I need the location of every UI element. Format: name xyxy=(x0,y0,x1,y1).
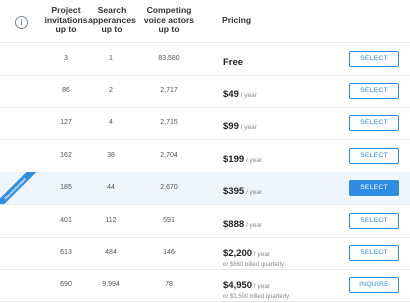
cell-search-appearances: 4 xyxy=(109,119,113,126)
select-button[interactable]: SELECT xyxy=(349,213,399,229)
table-row: 127 4 2,715 $99 / year SELECT xyxy=(0,107,410,140)
select-button[interactable]: SELECT xyxy=(349,245,399,261)
price-amount: $888 xyxy=(223,219,245,230)
price-cell: $2,200 / year or $660 billed quarterly xyxy=(223,243,284,268)
header-pricing: Pricing xyxy=(222,15,252,25)
price-amount: $4,950 xyxy=(223,280,253,291)
price-amount: $49 xyxy=(223,89,239,100)
price-cell: $199 / year xyxy=(223,149,262,167)
price-cell: $4,950 / year or $1,500 billed quarterly xyxy=(223,275,289,300)
cell-competing-voice-actors: 2,715 xyxy=(160,119,178,126)
price-cell: Free xyxy=(223,52,243,70)
cell-search-appearances: 38 xyxy=(107,152,115,159)
cell-competing-voice-actors: 146 xyxy=(163,249,175,256)
cell-search-appearances: 112 xyxy=(105,217,117,224)
price-cell: $395 / year xyxy=(223,181,262,199)
table-header: i Project invitations up to Search apper… xyxy=(0,0,410,43)
cell-competing-voice-actors: 591 xyxy=(163,217,175,224)
price-period: / year xyxy=(244,189,263,196)
select-button[interactable]: SELECT xyxy=(349,83,399,99)
cell-competing-voice-actors: 83,580 xyxy=(158,55,180,62)
select-button[interactable]: SELECT xyxy=(349,115,399,131)
recommended-ribbon-wrap: Recommended xyxy=(0,172,42,204)
inquire-button[interactable]: INQUIRE xyxy=(349,277,399,293)
select-button[interactable]: SELECT xyxy=(349,51,399,67)
cell-competing-voice-actors: 78 xyxy=(165,281,173,288)
table-row-recommended: Recommended 185 44 2,670 $395 / year SEL… xyxy=(0,172,410,205)
table-row: 613 484 146 $2,200 / year or $660 billed… xyxy=(0,237,410,270)
cell-project-invitations: 613 xyxy=(60,249,72,256)
price-period: / year xyxy=(244,157,263,164)
cell-project-invitations: 401 xyxy=(60,217,72,224)
table-row: 86 2 2,717 $49 / year SELECT xyxy=(0,75,410,108)
price-cell: $888 / year xyxy=(223,214,262,232)
price-period: / year xyxy=(252,283,271,290)
price-quarterly-note: or $660 billed quarterly xyxy=(223,262,285,268)
price-amount: $395 xyxy=(223,186,245,197)
table-row: 162 38 2,704 $199 / year SELECT xyxy=(0,140,410,173)
price-cell: $99 / year xyxy=(223,116,257,134)
cell-search-appearances: 484 xyxy=(105,249,117,256)
price-amount: $2,200 xyxy=(223,248,253,259)
price-period: / year xyxy=(238,124,257,131)
select-button[interactable]: SELECT xyxy=(349,148,399,164)
cell-project-invitations: 690 xyxy=(60,281,72,288)
info-icon[interactable]: i xyxy=(15,16,28,29)
price-period: / year xyxy=(244,222,263,229)
price-cell: $49 / year xyxy=(223,84,257,102)
header-line: up to xyxy=(158,24,180,34)
cell-project-invitations: 86 xyxy=(62,87,70,94)
cell-project-invitations: 127 xyxy=(60,119,72,126)
pricing-table: i Project invitations up to Search apper… xyxy=(0,0,410,303)
header-competing-voice-actors: Competing voice actors up to xyxy=(138,5,200,35)
cell-competing-voice-actors: 2,717 xyxy=(160,87,178,94)
cell-search-appearances: 1 xyxy=(109,55,113,62)
cell-project-invitations: 185 xyxy=(60,184,72,191)
cell-project-invitations: 162 xyxy=(60,152,72,159)
table-row: 401 112 591 $888 / year SELECT xyxy=(0,205,410,238)
header-project-invitations: Project invitations up to xyxy=(44,5,88,35)
table-row: 690 9,994 78 $4,950 / year or $1,500 bil… xyxy=(0,269,410,302)
price-amount: $99 xyxy=(223,121,239,132)
table-row: 3 1 83,580 Free SELECT xyxy=(0,43,410,76)
header-line: up to xyxy=(101,24,123,34)
price-quarterly-note: or $1,500 billed quarterly xyxy=(223,294,290,300)
recommended-ribbon: Recommended xyxy=(0,172,38,204)
price-period: / year xyxy=(238,92,257,99)
price-amount: Free xyxy=(223,57,244,68)
cell-search-appearances: 9,994 xyxy=(102,281,120,288)
header-search-appearances: Search apperances up to xyxy=(88,5,136,35)
cell-competing-voice-actors: 2,670 xyxy=(160,184,178,191)
cell-search-appearances: 44 xyxy=(107,184,115,191)
cell-project-invitations: 3 xyxy=(64,55,68,62)
price-amount: $199 xyxy=(223,154,245,165)
cell-search-appearances: 2 xyxy=(109,87,113,94)
cell-competing-voice-actors: 2,704 xyxy=(160,152,178,159)
price-period: / year xyxy=(252,251,271,258)
select-button[interactable]: SELECT xyxy=(349,180,399,196)
header-line: up to xyxy=(55,24,77,34)
